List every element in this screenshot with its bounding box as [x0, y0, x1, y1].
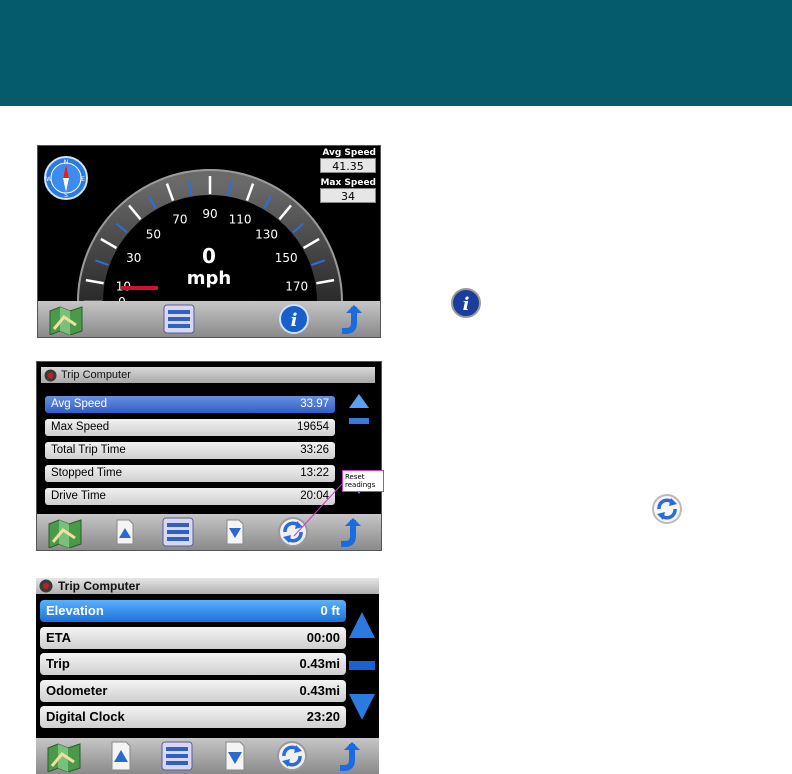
page-down-icon[interactable] — [225, 518, 245, 546]
scroll-thumb[interactable] — [348, 660, 376, 672]
row-label: Odometer — [46, 683, 108, 698]
list-item[interactable]: Avg Speed 33.97 — [45, 396, 335, 413]
compass-letter: N — [64, 159, 69, 166]
list-item[interactable]: Trip 0.43mi — [40, 653, 346, 675]
max-speed-box: Max Speed 34 — [320, 178, 376, 203]
list-item[interactable]: Elevation 0 ft — [40, 600, 346, 622]
map-icon[interactable] — [47, 516, 83, 548]
row-value: 00:00 — [306, 630, 340, 645]
list-item[interactable]: Odometer 0.43mi — [40, 680, 346, 702]
avg-speed-value: 41.35 — [320, 158, 376, 173]
row-label: Avg Speed — [51, 398, 108, 410]
row-value: 0.43mi — [299, 656, 340, 671]
row-label: Stopped Time — [51, 467, 122, 479]
scroll-down-icon[interactable] — [348, 692, 376, 722]
menu-list-icon[interactable] — [160, 740, 194, 772]
avg-speed-label: Avg Speed — [322, 148, 376, 158]
svg-text:i: i — [291, 310, 298, 331]
menu-list-icon[interactable] — [161, 516, 195, 548]
callout-leader-line — [293, 483, 343, 537]
list-item[interactable]: Max Speed 19654 — [45, 419, 335, 436]
gauge-label: 90 — [202, 207, 217, 221]
trip-computer-title: Trip Computer — [58, 579, 141, 593]
compass-letter: S — [64, 192, 68, 199]
row-value: 33:26 — [300, 444, 329, 456]
row-label: Max Speed — [51, 421, 110, 433]
toolbar: i — [38, 301, 380, 337]
menu-list-icon[interactable] — [162, 303, 196, 335]
list-item[interactable]: ETA 00:00 — [40, 627, 346, 649]
row-label: Trip — [46, 656, 70, 671]
row-label: Elevation — [46, 603, 104, 618]
page-up-icon[interactable] — [110, 740, 132, 772]
gauge-label: 50 — [146, 228, 161, 242]
row-label: Drive Time — [51, 490, 106, 502]
back-arrow-icon[interactable] — [334, 303, 366, 335]
gauge-label: 110 — [229, 212, 252, 226]
map-icon[interactable] — [48, 303, 84, 335]
row-value: 19654 — [297, 421, 329, 433]
reset-icon — [652, 494, 682, 524]
scroll-up-icon[interactable] — [348, 610, 376, 640]
speed-unit: mph — [186, 268, 232, 289]
reset-readings-callout: Reset readings — [342, 470, 384, 492]
info-icon[interactable]: i — [278, 303, 310, 335]
page-down-icon[interactable] — [224, 740, 246, 772]
max-speed-label: Max Speed — [320, 178, 376, 188]
header-banner — [0, 0, 792, 106]
back-arrow-icon[interactable] — [332, 740, 364, 772]
trip-logo-icon — [39, 579, 53, 593]
page-title: Trip Computer — [36, 578, 379, 594]
gauge-label: 70 — [172, 212, 187, 226]
row-label: Total Trip Time — [51, 444, 126, 456]
gauge-label: 130 — [255, 228, 278, 242]
map-icon[interactable] — [46, 740, 82, 772]
info-icon: i — [451, 288, 481, 318]
scroll-up-icon[interactable] — [347, 392, 371, 430]
compass-letter: E — [81, 176, 85, 183]
row-value: 23:20 — [306, 709, 340, 724]
row-value: 0.43mi — [299, 683, 340, 698]
row-label: ETA — [46, 630, 72, 645]
max-speed-value: 34 — [320, 188, 376, 203]
reset-icon[interactable] — [276, 740, 308, 772]
avg-speed-box: Avg Speed 41.35 — [320, 148, 376, 173]
row-value: 0 ft — [320, 603, 341, 618]
list-item[interactable]: Digital Clock 23:20 — [40, 706, 346, 728]
current-speed: 0 — [202, 244, 216, 268]
list-item[interactable]: Total Trip Time 33:26 — [45, 442, 335, 459]
trip-computer-screen: Trip Computer Elevation 0 ft ETA 00:00 T… — [36, 578, 379, 774]
compass-icon[interactable]: N E S W — [44, 156, 88, 200]
page-title: Trip Computer — [41, 367, 375, 383]
row-value: 33.97 — [300, 398, 329, 410]
toolbar — [36, 738, 379, 774]
page-up-icon[interactable] — [115, 518, 135, 546]
row-label: Digital Clock — [46, 709, 125, 724]
trip-logo-icon — [44, 369, 57, 382]
trip-computer-title: Trip Computer — [61, 369, 131, 381]
svg-text:i: i — [463, 294, 470, 315]
compass-letter: W — [46, 176, 52, 183]
speedometer-screen: 01030507090110130150170 N E S W Avg Spee… — [37, 145, 381, 338]
